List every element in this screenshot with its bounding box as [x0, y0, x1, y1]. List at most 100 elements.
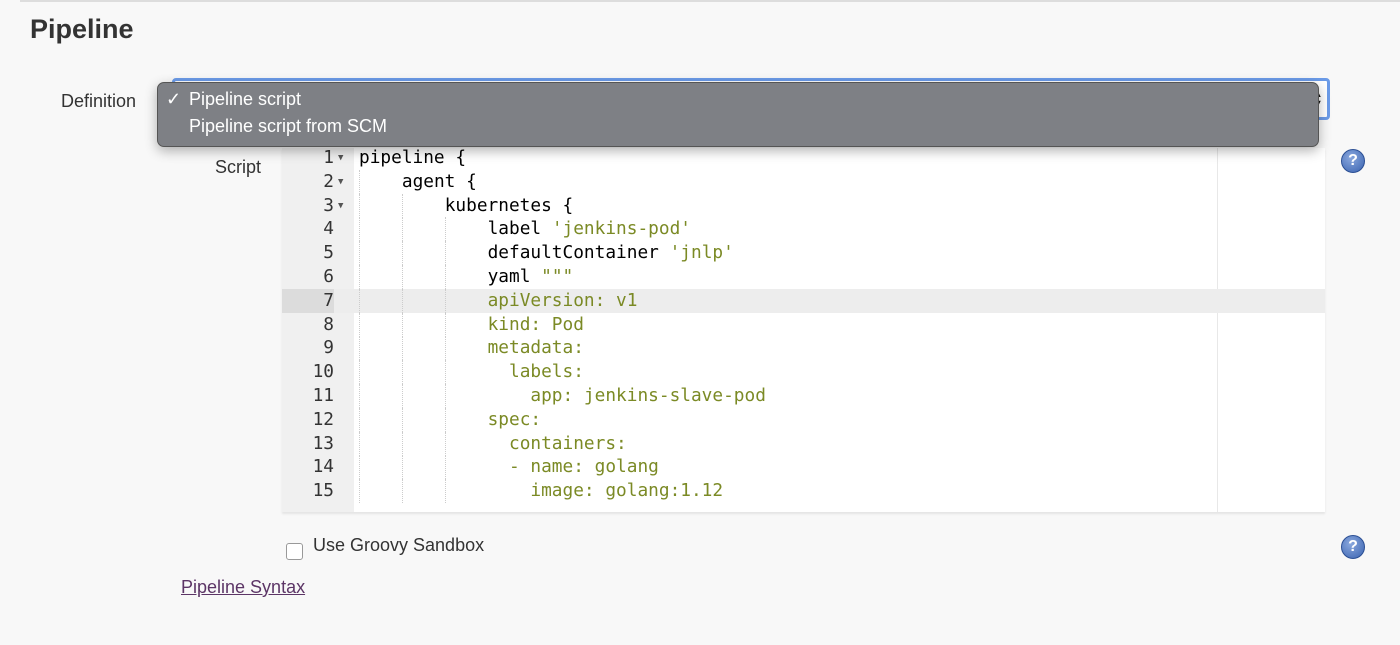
string-token: app: jenkins-slave-pod [487, 385, 766, 406]
definition-label: Definition [61, 91, 137, 111]
line-number: 7 [282, 288, 334, 313]
code-line: 3 ▼ kubernetes { [282, 193, 1325, 218]
code-line: 2 ▼ agent { [282, 169, 1325, 194]
code-text: pipeline { [359, 148, 466, 170]
line-number: 3 [323, 194, 334, 216]
line-number: 8 [323, 313, 334, 335]
line-number: 10 [312, 361, 334, 383]
checkmark-icon: ✓ [166, 89, 182, 109]
code-line: 4 label 'jenkins-pod' [282, 217, 1325, 242]
indent-guide [401, 336, 403, 361]
indent-guide [359, 455, 360, 480]
script-editor[interactable]: 1 ▼ pipeline {2 ▼ agent {3 ▼ kubernetes {4 labe… [282, 148, 1325, 512]
indent-guide [401, 288, 403, 313]
indent-guide [359, 479, 360, 504]
code-text: agent { [402, 170, 477, 194]
line-number: 12 [312, 408, 334, 430]
indent-guide [444, 431, 446, 456]
code-text: containers: [488, 432, 627, 456]
fold-arrow-icon[interactable]: ▼ [338, 148, 343, 170]
indent-guide [359, 288, 360, 313]
indent-guide [444, 360, 446, 385]
indent-guide [401, 312, 403, 337]
code-text: kubernetes { [445, 194, 573, 218]
code-text: label 'jenkins-pod' [488, 217, 691, 241]
code-text: kind: Pod [488, 313, 584, 337]
fold-arrow-icon[interactable]: ▼ [338, 170, 343, 194]
indent-guide [401, 265, 403, 289]
line-number: 14 [312, 456, 334, 478]
code-line: 7 apiVersion: v1 [282, 288, 1325, 313]
string-token: kind: Pod [487, 313, 584, 335]
groovy-sandbox-checkbox[interactable] [286, 543, 303, 560]
string-token: 'jenkins-pod' [551, 218, 691, 240]
code-token: defaultContainer [487, 242, 670, 264]
definition-dropdown-menu: ✓ Pipeline script Pipeline script from S… [157, 82, 1319, 147]
code-token: yaml [487, 266, 542, 287]
code-text: labels: [488, 360, 584, 384]
code-line: 11 app: jenkins-slave-pod [282, 384, 1325, 408]
line-number: 11 [312, 385, 334, 406]
indent-guide [359, 407, 360, 432]
indent-guide [444, 288, 446, 313]
indent-guide [401, 407, 403, 432]
code-text: metadata: [488, 336, 584, 360]
pipeline-syntax-link[interactable]: Pipeline Syntax [181, 577, 305, 598]
indent-guide [444, 265, 446, 289]
string-token: 'jnlp' [669, 242, 734, 264]
indent-guide [359, 312, 360, 337]
line-number: 15 [312, 480, 334, 502]
code-line: 13 containers: [282, 431, 1325, 456]
code-token: label [487, 218, 552, 240]
option-pipeline-script[interactable]: Pipeline script [189, 89, 301, 110]
string-token: labels: [487, 361, 584, 383]
indent-guide [359, 384, 360, 408]
indent-guide [444, 407, 446, 432]
code-text: spec: [488, 408, 542, 432]
line-number: 1 [323, 148, 334, 168]
string-token: - name: golang [487, 456, 659, 478]
line-number: 13 [312, 432, 334, 454]
code-line: 6 yaml """ [282, 265, 1325, 289]
fold-arrow-icon[interactable]: ▼ [338, 194, 343, 218]
indent-guide [401, 431, 403, 456]
option-pipeline-script-from-scm[interactable]: Pipeline script from SCM [189, 116, 387, 137]
code-text: image: golang:1.12 [487, 479, 724, 503]
section-title: Pipeline [30, 14, 134, 44]
help-icon[interactable]: ? [1341, 535, 1365, 559]
line-number: 2 [323, 170, 334, 192]
string-token: metadata: [487, 337, 584, 359]
string-token: """ [541, 266, 574, 287]
indent-guide [359, 217, 360, 242]
line-number: 6 [323, 266, 334, 287]
indent-guide [401, 360, 403, 385]
groovy-sandbox-label: Use Groovy Sandbox [313, 535, 485, 555]
indent-guide [359, 193, 360, 218]
code-line: 14 - name: golang [282, 455, 1325, 480]
string-token: image: golang:1.12 [487, 480, 724, 502]
indent-guide [359, 265, 360, 289]
code-text: defaultContainer 'jnlp' [488, 241, 734, 265]
string-token: apiVersion: v1 [487, 289, 638, 311]
indent-guide [444, 241, 446, 266]
indent-guide [444, 384, 446, 408]
indent-guide [444, 217, 446, 242]
indent-guide [401, 193, 403, 218]
line-number: 9 [323, 337, 334, 359]
indent-guide [359, 360, 360, 385]
line-number: 4 [323, 218, 334, 240]
indent-guide [444, 336, 446, 361]
code-token: kubernetes { [444, 194, 574, 216]
code-line: 15 image: golang:1.12 [282, 479, 1325, 504]
string-token: spec: [487, 408, 542, 430]
code-line: 5 defaultContainer 'jnlp' [282, 241, 1325, 266]
code-token: agent { [401, 170, 477, 192]
help-icon[interactable]: ? [1341, 149, 1365, 173]
code-line: 1 ▼ pipeline { [282, 148, 1325, 170]
code-text: yaml """ [488, 265, 574, 289]
code-line: 8 kind: Pod [282, 312, 1325, 337]
code-line: 10 labels: [282, 360, 1325, 385]
string-token: containers: [487, 432, 627, 454]
line-number: 5 [323, 242, 334, 264]
code-token: pipeline { [359, 148, 467, 168]
